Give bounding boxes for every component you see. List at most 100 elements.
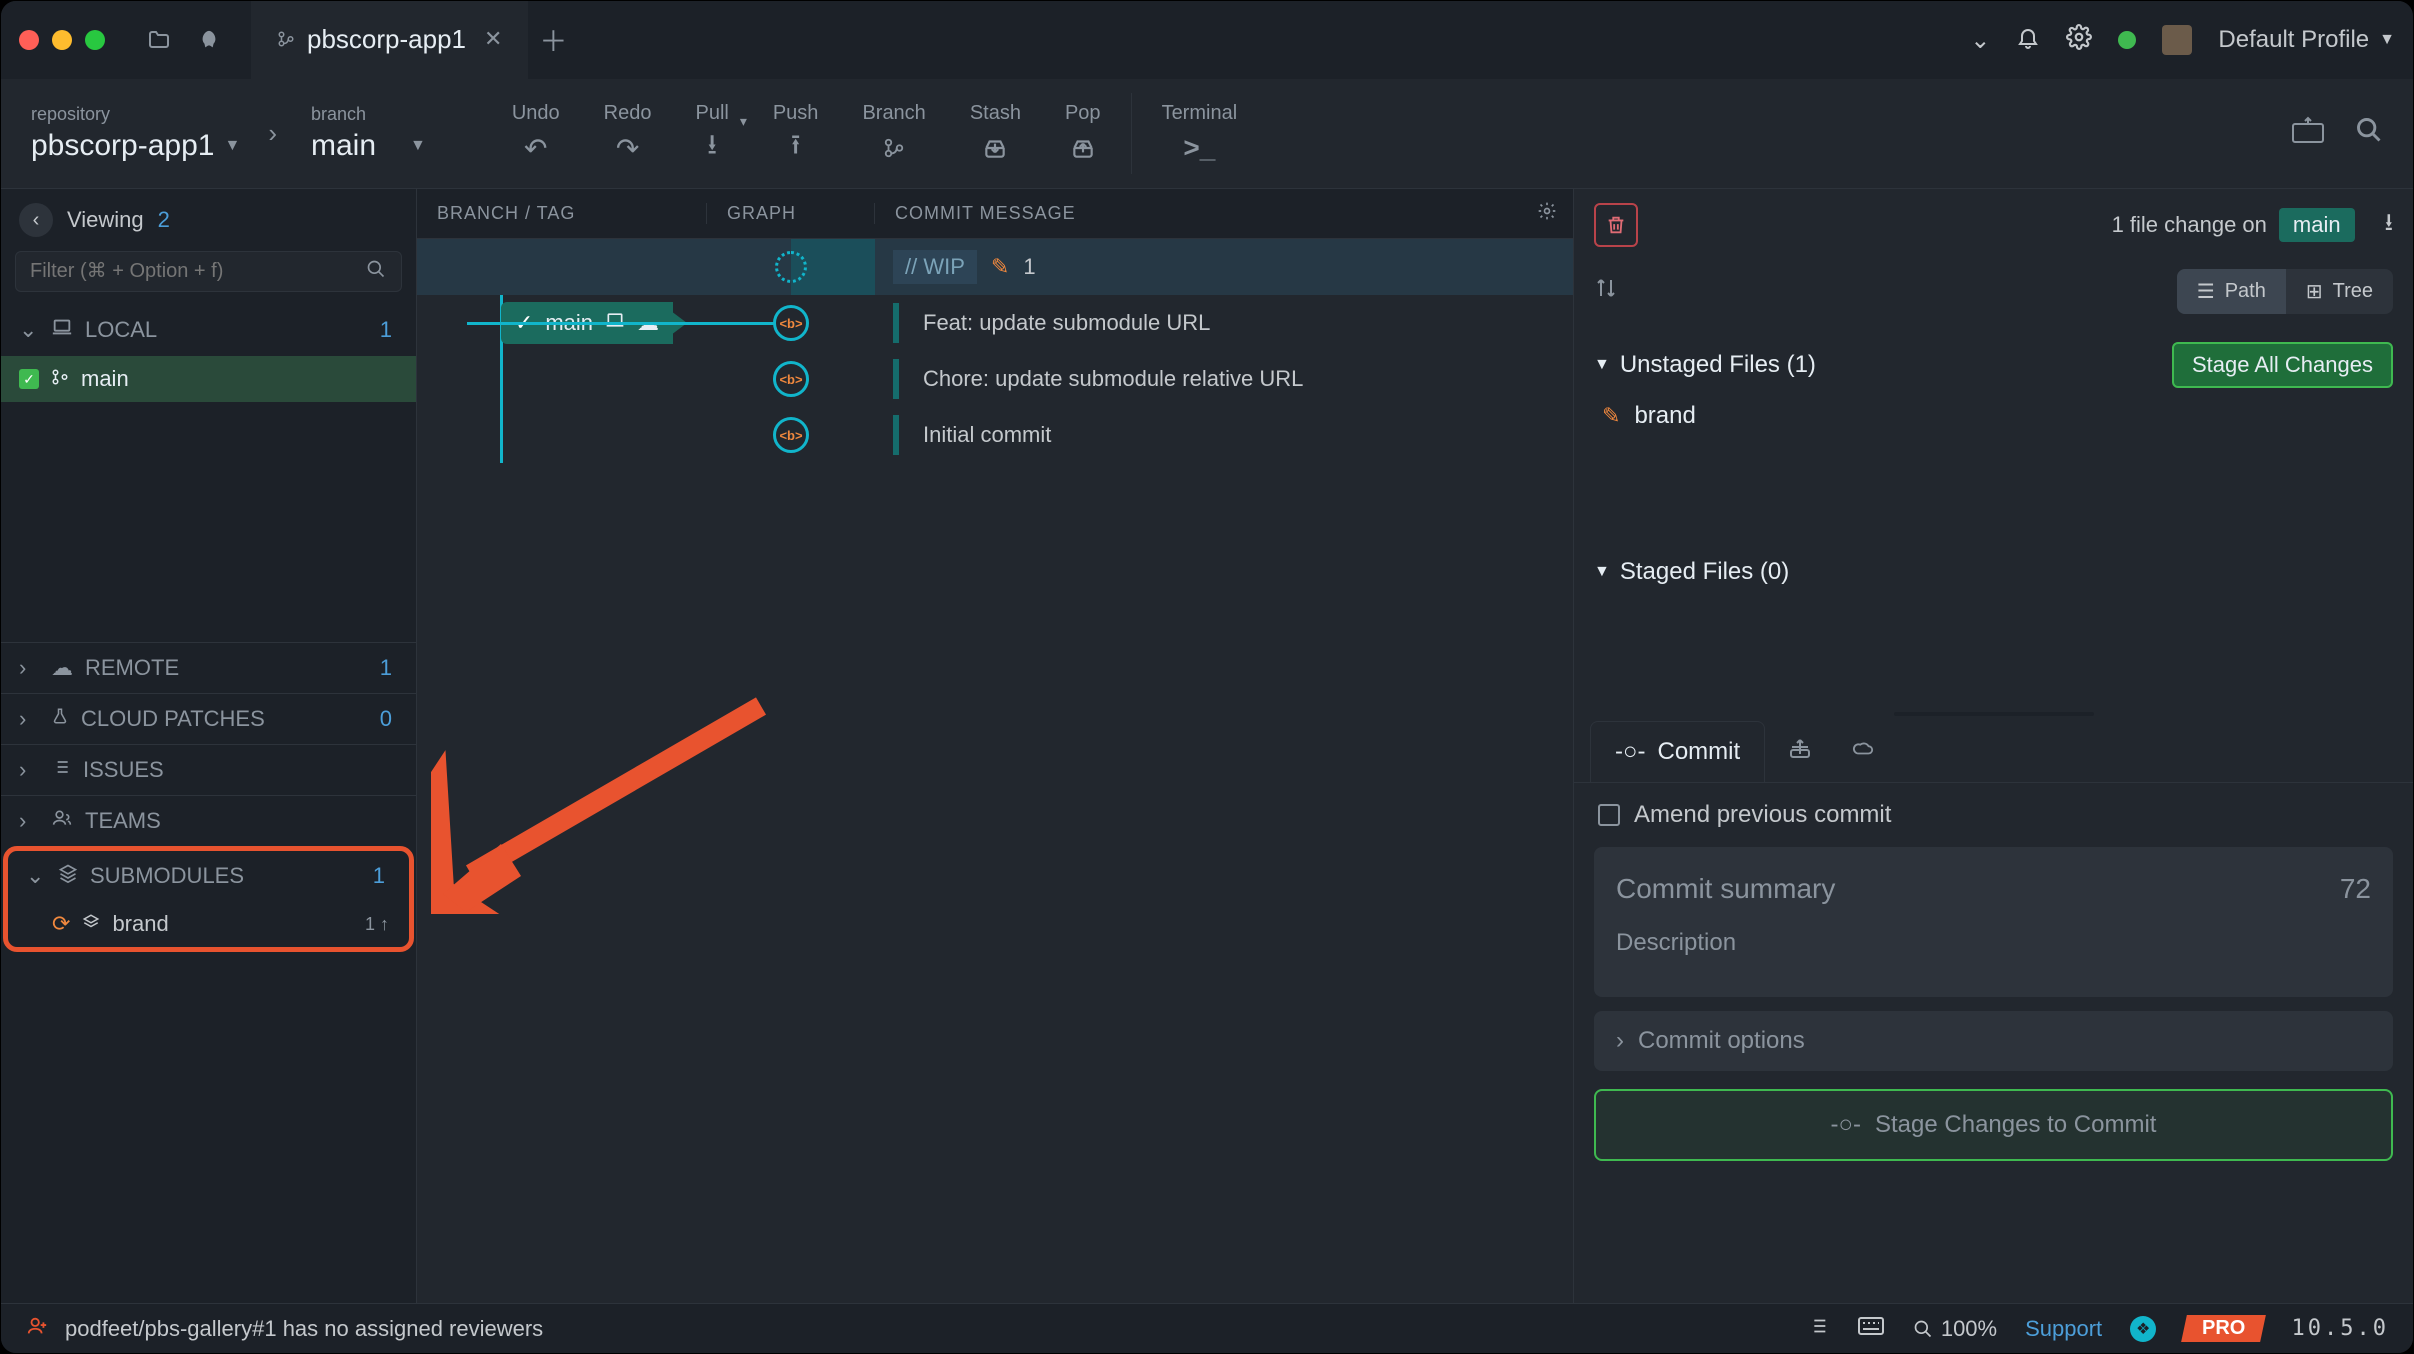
list-icon: ☰ — [2197, 279, 2215, 304]
pull-button[interactable]: Pull ⭳ — [673, 79, 750, 188]
graph-node: <b> — [773, 417, 809, 453]
repo-value: pbscorp-app1 — [31, 129, 214, 163]
list-icon[interactable] — [1807, 1315, 1829, 1343]
caret-down-icon: ▼ — [1594, 356, 1610, 374]
commit-row[interactable]: <b> Initial commit — [417, 407, 1573, 463]
commit-message: Chore: update submodule relative URL — [923, 366, 1303, 392]
tree-view-button[interactable]: ⊞ Tree — [2286, 269, 2393, 314]
tab-repo[interactable]: pbscorp-app1 ✕ — [251, 1, 528, 79]
list-icon — [51, 757, 71, 783]
pop-button[interactable]: Pop — [1043, 79, 1123, 188]
gear-icon[interactable] — [1521, 201, 1573, 226]
chevron-down-icon: ⌄ — [19, 317, 39, 343]
section-label: TEAMS — [85, 808, 161, 834]
search-icon[interactable] — [2355, 116, 2383, 152]
titlebar: pbscorp-app1 ✕ ＋ ⌄ Default Profile ▼ — [1, 1, 2413, 79]
graph-node-wip — [775, 251, 807, 283]
sidebar-section-local[interactable]: ⌄ LOCAL 1 — [1, 304, 416, 356]
sidebar-branch-main[interactable]: ✓ main — [1, 356, 416, 402]
section-count: 1 — [373, 863, 391, 889]
bell-icon[interactable] — [2016, 25, 2040, 55]
drag-handle[interactable] — [1894, 712, 2094, 716]
zoom-control[interactable]: 100% — [1913, 1316, 1997, 1342]
section-label: CLOUD PATCHES — [81, 706, 265, 732]
caret-down-icon: ▼ — [224, 137, 240, 155]
sidebar-section-cloud-patches[interactable]: › CLOUD PATCHES 0 — [1, 693, 416, 744]
sidebar-section-remote[interactable]: › ☁ REMOTE 1 — [1, 642, 416, 693]
stash-button[interactable]: Stash — [948, 79, 1043, 188]
undo-icon: ↶ — [524, 131, 547, 165]
cloud-share-icon[interactable] — [1835, 721, 1891, 781]
maximize-window-button[interactable] — [85, 30, 105, 50]
minimize-window-button[interactable] — [52, 30, 72, 50]
cli-panel-icon[interactable] — [2291, 116, 2325, 152]
close-window-button[interactable] — [19, 30, 39, 50]
stage-changes-to-commit-button[interactable]: -○- Stage Changes to Commit — [1594, 1089, 2393, 1161]
profile-dropdown[interactable]: Default Profile ▼ — [2218, 26, 2395, 54]
window-controls — [19, 30, 105, 50]
status-bar: podfeet/pbs-gallery#1 has no assigned re… — [1, 1303, 2413, 1353]
feedback-icon[interactable]: ❖ — [2130, 1316, 2156, 1342]
sort-icon[interactable] — [1594, 276, 1618, 307]
char-count: 72 — [2340, 873, 2371, 905]
cloud-patch-icon[interactable] — [1773, 720, 1827, 782]
download-icon[interactable]: ⭳ — [2385, 205, 2393, 246]
pencil-icon: ✎ — [1602, 403, 1620, 429]
staged-header[interactable]: ▼ Staged Files (0) — [1594, 558, 2393, 586]
file-item-label: brand — [1634, 402, 1695, 430]
commit-message: Initial commit — [923, 422, 1051, 448]
terminal-button[interactable]: Terminal >_ — [1140, 79, 1260, 188]
unstaged-header[interactable]: ▼ Unstaged Files (1) Stage All Changes — [1594, 342, 2393, 388]
commit-row[interactable]: <b> Chore: update submodule relative URL — [417, 351, 1573, 407]
keyboard-icon[interactable] — [1857, 1316, 1885, 1342]
support-link[interactable]: Support — [2025, 1316, 2102, 1342]
viewing-row: ‹ Viewing 2 — [1, 189, 416, 251]
graph-node: <b> — [773, 305, 809, 341]
layers-icon — [58, 863, 78, 889]
commit-accent-bar — [893, 359, 899, 399]
discard-button[interactable] — [1594, 203, 1638, 247]
tab-label: pbscorp-app1 — [307, 24, 466, 55]
submodule-item-brand[interactable]: ⟳ brand 1 ↑ — [8, 901, 409, 947]
path-view-button[interactable]: ☰ Path — [2177, 269, 2286, 314]
status-dot-icon — [2118, 31, 2136, 49]
stash-icon — [982, 131, 1008, 165]
zoom-icon — [1913, 1319, 1933, 1339]
commit-row[interactable]: ✓ main ☁ <b> Feat: update submo — [417, 295, 1573, 351]
new-tab-button[interactable]: ＋ — [528, 1, 578, 79]
branch-selector[interactable]: branch main ▼ — [281, 79, 450, 188]
redo-button[interactable]: Redo ↷ — [582, 79, 674, 188]
close-tab-icon[interactable]: ✕ — [484, 26, 502, 52]
rocket-icon[interactable] — [191, 22, 227, 58]
branch-button[interactable]: Branch — [840, 79, 947, 188]
view-toggle: ☰ Path ⊞ Tree — [2177, 269, 2393, 314]
repo-selector[interactable]: repository pbscorp-app1 ▼ — [1, 79, 264, 188]
sidebar-section-issues[interactable]: › ISSUES — [1, 744, 416, 795]
filter-input[interactable] — [15, 251, 402, 292]
status-notice[interactable]: podfeet/pbs-gallery#1 has no assigned re… — [65, 1316, 543, 1342]
sidebar-section-submodules[interactable]: ⌄ SUBMODULES 1 — [8, 851, 409, 901]
amend-checkbox-row[interactable]: Amend previous commit — [1574, 783, 2413, 847]
sidebar: ‹ Viewing 2 ⌄ LOCAL 1 — [1, 189, 417, 1303]
back-button[interactable]: ‹ — [19, 203, 53, 237]
folder-icon[interactable] — [141, 22, 177, 58]
commit-row-wip[interactable]: // WIP ✎ 1 — [417, 239, 1573, 295]
section-count: 0 — [380, 706, 398, 732]
commit-tab[interactable]: -○- Commit — [1590, 721, 1765, 782]
pop-icon — [1070, 131, 1096, 165]
push-button[interactable]: Push ⭱ — [751, 79, 841, 188]
laptop-icon — [51, 316, 73, 344]
gear-icon[interactable] — [2066, 24, 2092, 56]
chevron-down-icon[interactable]: ⌄ — [1970, 26, 1990, 55]
commit-description-input[interactable]: Description — [1616, 915, 2371, 981]
commit-options-toggle[interactable]: › Commit options — [1594, 1011, 2393, 1071]
branch-icon — [51, 366, 69, 392]
file-item-brand[interactable]: ✎ brand — [1594, 388, 2393, 444]
sidebar-section-teams[interactable]: › TEAMS — [1, 795, 416, 846]
avatar[interactable] — [2162, 25, 2192, 55]
undo-button[interactable]: Undo ↶ — [490, 79, 582, 188]
stage-all-button[interactable]: Stage All Changes — [2172, 342, 2393, 388]
commit-message-box: Commit summary 72 Description — [1594, 847, 2393, 997]
checkbox[interactable] — [1598, 804, 1620, 826]
commit-summary-input[interactable]: Commit summary — [1616, 873, 1835, 905]
